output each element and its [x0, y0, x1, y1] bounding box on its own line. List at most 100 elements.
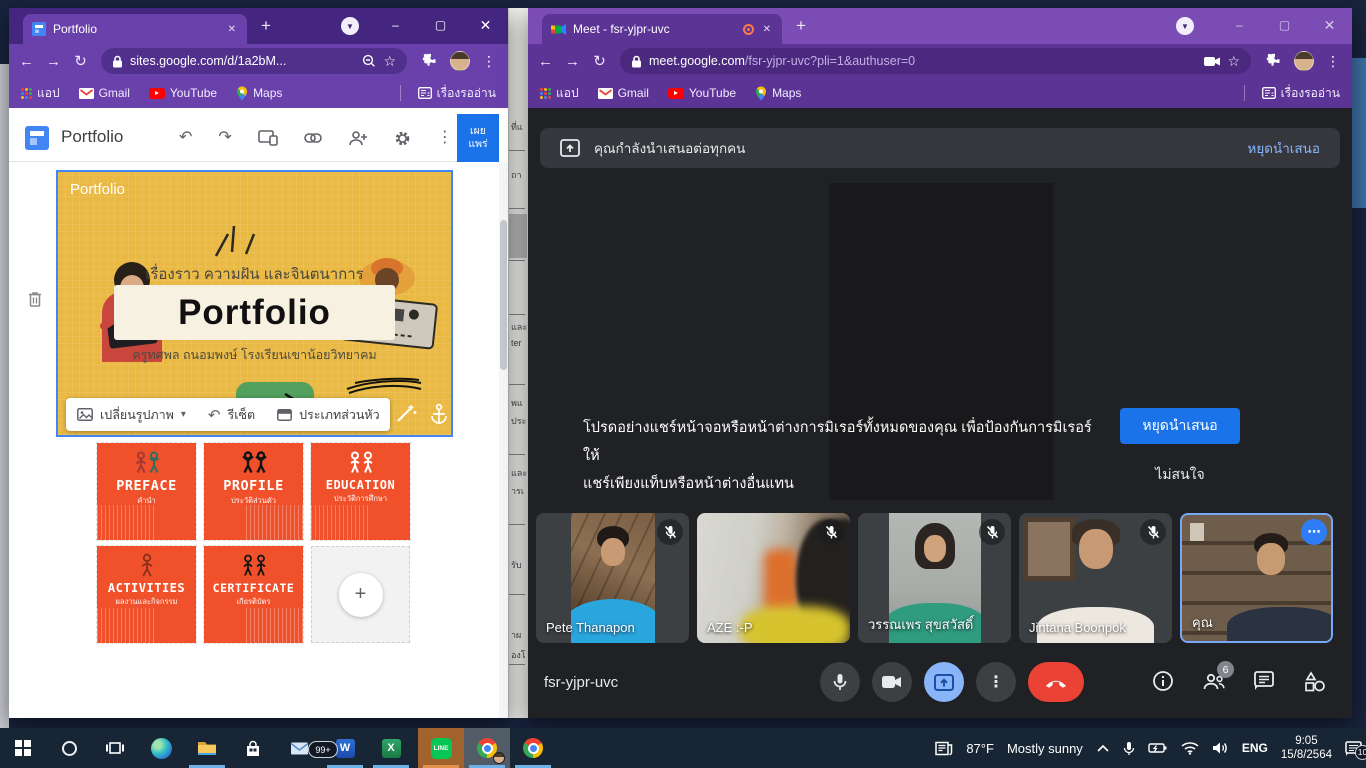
more-options-button[interactable]: ⋮	[976, 662, 1016, 702]
header-banner-section[interactable]: Portfolio	[56, 170, 453, 437]
store-taskbar-icon[interactable]	[230, 728, 276, 768]
tab-search-icon[interactable]: ▼	[1176, 17, 1194, 35]
back-button[interactable]: ←	[13, 53, 40, 70]
device-preview-icon[interactable]	[258, 130, 278, 146]
forward-button[interactable]: →	[559, 53, 586, 70]
activities-icon[interactable]	[1304, 671, 1326, 692]
extensions-puzzle-icon[interactable]	[422, 53, 438, 69]
participant-tile[interactable]: Jintana Boonpok	[1019, 513, 1172, 643]
self-tile[interactable]: คุณ ⋯	[1180, 513, 1333, 643]
battery-icon[interactable]	[1148, 741, 1168, 755]
publish-button[interactable]: เผย แพร่	[457, 114, 499, 162]
tray-mic-icon[interactable]	[1123, 741, 1135, 756]
tab-portfolio[interactable]: Portfolio ✕	[23, 14, 247, 44]
people-icon[interactable]: 6	[1202, 671, 1226, 691]
redo-icon[interactable]: ↷	[218, 129, 231, 147]
tab-search-icon[interactable]: ▼	[341, 17, 359, 35]
chrome-taskbar-icon[interactable]	[510, 728, 556, 768]
stop-presenting-button[interactable]: หยุดนำเสนอ	[1120, 408, 1240, 444]
start-button[interactable]	[0, 728, 46, 768]
profile-avatar[interactable]	[1294, 51, 1314, 71]
weather-temp[interactable]: 87°F	[966, 741, 994, 756]
share-add-person-icon[interactable]	[348, 130, 368, 146]
tab-close-icon[interactable]: ✕	[226, 24, 238, 35]
reading-list[interactable]: เรื่องรออ่าน	[1262, 84, 1340, 103]
weather-condition[interactable]: Mostly sunny	[1007, 741, 1083, 756]
back-button[interactable]: ←	[532, 53, 559, 70]
news-weather-icon[interactable]	[935, 741, 953, 756]
tile-preface[interactable]: PREFACE คำนำ	[97, 443, 196, 540]
new-tab-button[interactable]: +	[261, 16, 271, 36]
stop-presenting-link[interactable]: หยุดนำเสนอ	[1247, 137, 1320, 159]
camera-button[interactable]	[872, 662, 912, 702]
bookmark-gmail[interactable]: Gmail	[79, 86, 130, 100]
chrome-profile-taskbar-icon[interactable]	[464, 728, 510, 768]
editor-more-icon[interactable]: ⋮	[437, 129, 453, 147]
mic-button[interactable]	[820, 662, 860, 702]
minimize-button[interactable]: –	[373, 8, 418, 42]
delete-section-icon[interactable]	[27, 290, 43, 308]
cortana-button[interactable]	[46, 728, 92, 768]
tile-activities[interactable]: ACTIVITIES ผลงานและกิจกรรม	[97, 546, 196, 643]
bookmark-maps[interactable]: Maps	[755, 86, 801, 101]
tab-meet[interactable]: Meet - fsr-yjpr-uvc ✕	[542, 14, 782, 44]
bookmark-star-icon[interactable]: ☆	[383, 53, 396, 70]
browser-menu-icon[interactable]: ⋮	[482, 53, 496, 70]
reload-button[interactable]: ↻	[67, 52, 94, 70]
tile-education[interactable]: EDUCATION ประวัติการศึกษา	[311, 443, 410, 540]
insert-link-icon[interactable]	[304, 133, 322, 143]
magic-wand-icon[interactable]	[395, 402, 417, 424]
line-taskbar-icon[interactable]: LINE	[418, 728, 464, 768]
file-explorer-taskbar-icon[interactable]	[184, 728, 230, 768]
bookmark-apps[interactable]: แอป	[21, 84, 60, 103]
extensions-puzzle-icon[interactable]	[1266, 53, 1282, 69]
anchor-icon[interactable]	[429, 403, 449, 425]
bookmark-youtube[interactable]: YouTube	[668, 86, 736, 100]
task-view-button[interactable]	[92, 728, 138, 768]
scrollbar-thumb[interactable]	[500, 220, 507, 370]
undo-icon[interactable]: ↶	[179, 129, 192, 147]
change-image-button[interactable]: เปลี่ยนรูปภาพ ▾	[66, 405, 197, 425]
participant-tile[interactable]: วรรณเพร สุขสวัสดิ์	[858, 513, 1011, 643]
info-icon[interactable]	[1152, 670, 1174, 692]
language-indicator[interactable]: ENG	[1242, 741, 1268, 755]
maximize-button[interactable]: ▢	[418, 8, 463, 42]
settings-gear-icon[interactable]	[394, 130, 411, 147]
hidden-icons-chevron[interactable]	[1096, 744, 1110, 753]
excel-taskbar-icon[interactable]: X	[368, 728, 414, 768]
profile-avatar[interactable]	[450, 51, 470, 71]
forward-button[interactable]: →	[40, 53, 67, 70]
action-center-button[interactable]: 10	[1345, 741, 1362, 756]
site-title[interactable]: Portfolio	[61, 127, 123, 147]
participant-tile[interactable]: Pete Thanapon	[536, 513, 689, 643]
minimize-button[interactable]: –	[1217, 8, 1262, 42]
mail-taskbar-icon[interactable]: 99+	[276, 728, 322, 768]
bookmark-gmail[interactable]: Gmail	[598, 86, 649, 100]
close-button[interactable]: ✕	[1307, 8, 1352, 42]
reload-button[interactable]: ↻	[586, 52, 613, 70]
dismiss-button[interactable]: ไม่สนใจ	[1120, 464, 1240, 486]
edge-taskbar-icon[interactable]	[138, 728, 184, 768]
bookmark-maps[interactable]: Maps	[236, 86, 282, 101]
close-button[interactable]: ✕	[463, 8, 508, 42]
maximize-button[interactable]: ▢	[1262, 8, 1307, 42]
bookmark-star-icon[interactable]: ☆	[1227, 53, 1240, 70]
add-button[interactable]: +	[339, 573, 383, 617]
browser-menu-icon[interactable]: ⋮	[1326, 53, 1340, 70]
tile-certificate[interactable]: CERTIFICATE เกียรติบัตร	[204, 546, 303, 643]
address-bar[interactable]: sites.google.com/d/1a2bM... ☆	[101, 48, 407, 74]
address-bar[interactable]: meet.google.com/fsr-yjpr-uvc?pli=1&authu…	[620, 48, 1251, 74]
wifi-icon[interactable]	[1181, 741, 1199, 755]
hang-up-button[interactable]	[1028, 662, 1084, 702]
volume-icon[interactable]	[1212, 741, 1229, 755]
participant-tile[interactable]: AZE :-P	[697, 513, 850, 643]
chat-icon[interactable]	[1254, 671, 1276, 691]
tile-options-icon[interactable]: ⋯	[1301, 519, 1327, 545]
editor-scrollbar[interactable]	[499, 162, 508, 718]
camera-in-use-icon[interactable]	[1204, 56, 1220, 67]
bookmark-apps[interactable]: แอป	[540, 84, 579, 103]
tab-close-icon[interactable]: ✕	[761, 24, 773, 35]
present-button[interactable]	[924, 662, 964, 702]
new-tab-button[interactable]: +	[796, 16, 806, 36]
tile-profile[interactable]: PROFILE ประวัติส่วนตัว	[204, 443, 303, 540]
